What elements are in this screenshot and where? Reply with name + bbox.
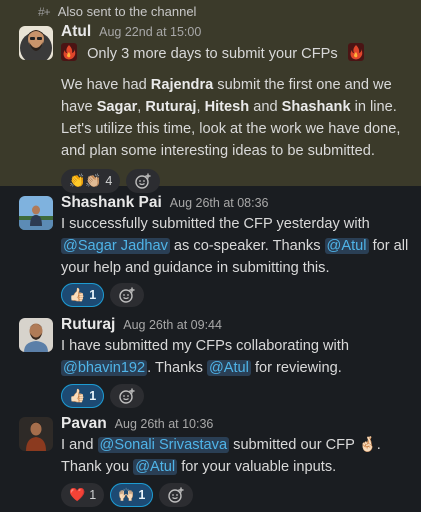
reaction-count: 1 [138,488,146,502]
mention[interactable]: @Atul [206,360,251,376]
text-segment: . Thanks [147,360,207,376]
reaction-count: 1 [89,389,97,403]
avatar[interactable] [19,318,53,352]
add-reaction-icon [119,287,135,303]
reactions: 👏👏🏼 4 [61,169,415,193]
timestamp[interactable]: Aug 22nd at 15:00 [99,25,201,39]
text-segment: We have had [61,77,151,93]
add-reaction-icon [119,388,135,404]
also-sent-label: Also sent to the channel [57,4,197,19]
reaction-clap[interactable]: 👏👏🏼 4 [61,169,121,193]
bold-name: Ruturaj [145,99,197,115]
add-reaction-button[interactable] [110,384,145,408]
message-body: I successfully submitted the CFP yesterd… [61,213,415,279]
crossed-fingers-emoji-icon: 🤞🏻 [358,437,377,453]
text-segment: for reviewing. [250,360,342,376]
timestamp[interactable]: Aug 26th at 08:36 [170,196,269,210]
text-segment: , [196,99,205,115]
timestamp[interactable]: Aug 26th at 09:44 [123,318,222,332]
text-segment: I have submitted my CFPs collaborating w… [61,338,349,354]
avatar[interactable] [19,417,53,451]
text-segment: I successfully submitted the CFP yesterd… [61,216,370,232]
raised-hands-emoji-icon: 🙌🏻 [118,487,135,502]
author-name[interactable]: Pavan [61,415,107,433]
reactions: 👍🏻 1 [61,384,415,408]
text-segment: for your valuable inputs. [177,459,337,475]
fire-emoji-icon [347,43,364,61]
title-line: Only 3 more days to submit your CFPs [87,46,338,62]
reactions: ❤️ 1 🙌🏻 1 [61,483,415,507]
text-segment: submitted our CFP [229,437,359,453]
clap-emoji-icon: 👏👏🏼 [69,173,102,188]
text-segment: as co-speaker. Thanks [169,238,325,254]
bold-name: Shashank [281,99,351,115]
avatar[interactable] [19,196,53,230]
mention[interactable]: @Atul [324,238,369,254]
author-name[interactable]: Ruturaj [61,316,115,334]
text-segment: and [249,99,282,115]
reaction-count: 4 [105,174,113,188]
reaction-count: 1 [89,488,97,502]
add-reaction-icon [135,173,151,189]
author-name[interactable]: Shashank Pai [61,194,162,212]
mention[interactable]: @Atul [133,459,178,475]
reaction-thumbs-up[interactable]: 👍🏻 1 [61,283,105,307]
reaction-raised-hands[interactable]: 🙌🏻 1 [110,483,154,507]
reaction-thumbs-up[interactable]: 👍🏻 1 [61,384,105,408]
bold-name: Rajendra [150,77,214,93]
mention[interactable]: @bhavin192 [61,360,148,376]
add-reaction-button[interactable] [159,483,194,507]
reactions: 👍🏻 1 [61,283,415,307]
add-reaction-button[interactable] [126,169,161,193]
message-text: Only 3 more days to submit your CFPs [61,43,415,65]
mention[interactable]: @Sonali Srivastava [97,437,230,453]
message-body: We have had Rajendra submit the first on… [61,74,415,162]
message-body: I and @Sonali Srivastava submitted our C… [61,434,415,478]
also-sent-to-channel-note: #+ Also sent to the channel [38,4,196,19]
mention[interactable]: @Sagar Jadhav [61,238,170,254]
heart-emoji-icon: ❤️ [69,487,86,502]
bold-name: Sagar [96,99,138,115]
avatar[interactable] [19,26,53,60]
message-body: I have submitted my CFPs collaborating w… [61,335,415,379]
timestamp[interactable]: Aug 26th at 10:36 [115,417,214,431]
thumbs-up-emoji-icon: 👍🏻 [69,287,86,302]
channel-hash-icon: #+ [38,4,51,19]
text-segment: I and [61,437,98,453]
bold-name: Hitesh [204,99,250,115]
add-reaction-button[interactable] [110,283,145,307]
reaction-count: 1 [89,288,97,302]
add-reaction-icon [168,487,184,503]
author-name[interactable]: Atul [61,23,91,41]
fire-emoji-icon [61,43,77,61]
thumbs-up-emoji-icon: 👍🏻 [69,388,86,403]
reaction-heart[interactable]: ❤️ 1 [61,483,105,507]
